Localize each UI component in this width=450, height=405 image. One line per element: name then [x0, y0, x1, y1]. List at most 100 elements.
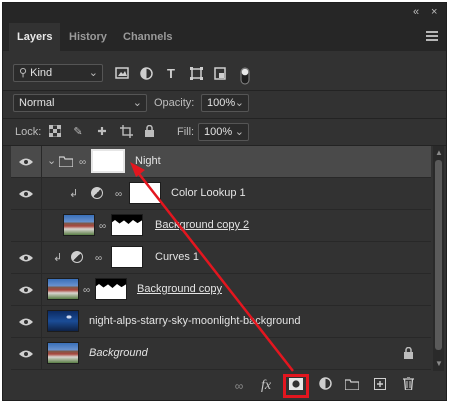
layer-mask-thumbnail[interactable] — [91, 149, 125, 173]
link-icon[interactable]: ∞ — [79, 157, 87, 169]
opacity-value: 100% — [207, 97, 236, 109]
divider — [41, 338, 42, 370]
lock-image-pixels-icon[interactable]: ✎ — [71, 125, 85, 139]
adjustment-layer-icon — [71, 251, 83, 263]
layer-row-background-copy-2[interactable]: ∞ Background copy 2 — [11, 210, 431, 242]
lock-position-icon[interactable]: ✚ — [95, 125, 109, 139]
link-icon[interactable]: ∞ — [83, 285, 91, 297]
visibility-eye-icon[interactable] — [19, 349, 33, 359]
divider — [41, 242, 42, 274]
lock-transparent-pixels-icon[interactable] — [48, 124, 62, 139]
adjustment-layer-icon — [318, 377, 332, 390]
layer-row-night-alps[interactable]: night-alps-starry-sky-moonlight-backgrou… — [11, 306, 431, 338]
chevron-down-icon: ⌄ — [234, 126, 244, 138]
blend-mode-value: Normal — [19, 97, 55, 109]
clipping-arrow-icon: ↲ — [53, 252, 63, 264]
link-icon[interactable]: ∞ — [115, 189, 123, 201]
fill-value: 100% — [204, 126, 233, 138]
adjustment-filter-icon[interactable] — [139, 67, 153, 81]
adjustment-layer-button[interactable] — [316, 377, 334, 395]
panel-tabs: Layers History Channels — [3, 23, 446, 51]
fill-label: Fill: — [177, 126, 195, 138]
filter-toggle[interactable] — [238, 67, 252, 85]
image-filter-icon[interactable] — [115, 67, 129, 81]
scroll-down-icon[interactable]: ▼ — [435, 359, 443, 368]
shape-filter-icon[interactable] — [189, 67, 203, 81]
layers-toolbar: ∞ fx — [3, 371, 446, 402]
visibility-eye-icon[interactable] — [19, 189, 33, 199]
link-layers-icon[interactable]: ∞ — [230, 377, 248, 395]
close-icon[interactable]: × — [431, 6, 437, 18]
clipping-arrow-icon: ↲ — [69, 188, 79, 200]
folder-icon — [59, 156, 73, 167]
layer-name-night: Night — [135, 155, 161, 167]
layer-mask-thumbnail[interactable] — [111, 214, 143, 236]
layer-row-background[interactable]: Background — [11, 338, 431, 370]
layer-name-background: Background — [89, 347, 148, 359]
divider — [41, 210, 42, 242]
type-filter-icon[interactable]: T — [164, 67, 178, 81]
layer-thumbnail[interactable] — [63, 214, 95, 236]
visibility-eye-icon[interactable] — [19, 285, 33, 295]
lock-artboard-icon[interactable] — [119, 125, 133, 139]
fx-button[interactable]: fx — [257, 377, 275, 395]
divider — [3, 90, 446, 91]
smart-object-filter-icon[interactable] — [213, 67, 227, 81]
layers-list: ⌄ ∞ Night ↲ ∞ Color Lookup 1 ∞ Backgroun… — [11, 146, 431, 371]
layer-row-curves[interactable]: ↲ ∞ Curves 1 — [11, 242, 431, 274]
adjustment-layer-icon — [91, 187, 103, 199]
filter-kind-label: Kind — [30, 67, 53, 79]
layers-scrollbar[interactable]: ▲ ▼ — [433, 146, 444, 371]
visibility-eye-icon[interactable] — [19, 253, 33, 263]
layers-panel: « × Layers History Channels ⚲ Kind ⌄ T N… — [2, 2, 447, 401]
lock-all-icon[interactable] — [142, 124, 156, 139]
layer-row-background-copy[interactable]: ∞ Background copy — [11, 274, 431, 306]
visibility-eye-icon[interactable] — [19, 317, 33, 327]
layer-row-night[interactable]: ⌄ ∞ Night — [11, 146, 431, 178]
divider — [41, 306, 42, 338]
tab-channels[interactable]: Channels — [115, 23, 181, 51]
scroll-up-icon[interactable]: ▲ — [435, 148, 443, 157]
divider — [41, 178, 42, 210]
collapse-icon[interactable]: « — [413, 6, 419, 18]
filter-kind-dropdown[interactable]: ⚲ Kind ⌄ — [13, 64, 103, 82]
layer-mask-thumbnail[interactable] — [95, 278, 127, 300]
layer-row-color-lookup[interactable]: ↲ ∞ Color Lookup 1 — [11, 178, 431, 210]
layer-name-curves: Curves 1 — [155, 251, 200, 263]
chevron-down-icon: ⌄ — [88, 67, 98, 79]
lock-icon[interactable] — [403, 347, 414, 360]
delete-layer-button[interactable] — [399, 376, 417, 395]
layer-name-color-lookup: Color Lookup 1 — [171, 187, 246, 199]
layer-name-background-copy: Background copy — [137, 283, 222, 295]
opacity-field[interactable]: 100% ⌄ — [201, 94, 249, 112]
panel-menu-icon[interactable] — [426, 31, 438, 43]
new-layer-button[interactable] — [371, 377, 389, 395]
layer-name-night-alps: night-alps-starry-sky-moonlight-backgrou… — [89, 315, 301, 327]
tab-history[interactable]: History — [61, 23, 115, 51]
divider — [41, 146, 42, 178]
fill-field[interactable]: 100% ⌄ — [198, 123, 249, 141]
chevron-down-icon[interactable]: ⌄ — [47, 154, 56, 167]
trash-icon — [402, 376, 414, 391]
layer-thumbnail[interactable] — [47, 310, 79, 332]
blend-mode-dropdown[interactable]: Normal ⌄ — [13, 94, 147, 112]
layer-mask-thumbnail[interactable] — [129, 182, 161, 204]
annotation-highlight-box — [283, 374, 309, 398]
visibility-eye-icon[interactable] — [19, 157, 33, 167]
tab-layers[interactable]: Layers — [9, 23, 61, 51]
search-icon: ⚲ — [19, 67, 28, 79]
layer-name-background-copy-2: Background copy 2 — [155, 219, 250, 231]
layer-thumbnail[interactable] — [47, 278, 79, 300]
new-layer-icon — [374, 378, 386, 390]
new-group-button[interactable] — [343, 377, 361, 395]
opacity-label: Opacity: — [154, 97, 195, 109]
layer-mask-thumbnail[interactable] — [111, 246, 143, 268]
chevron-down-icon: ⌄ — [132, 97, 142, 109]
link-icon[interactable]: ∞ — [99, 221, 107, 233]
link-icon[interactable]: ∞ — [95, 253, 103, 265]
scroll-thumb[interactable] — [435, 160, 442, 350]
layer-thumbnail[interactable] — [47, 342, 79, 364]
divider — [3, 118, 446, 119]
folder-icon — [344, 379, 360, 391]
panel-title-bar: « × — [3, 3, 446, 23]
